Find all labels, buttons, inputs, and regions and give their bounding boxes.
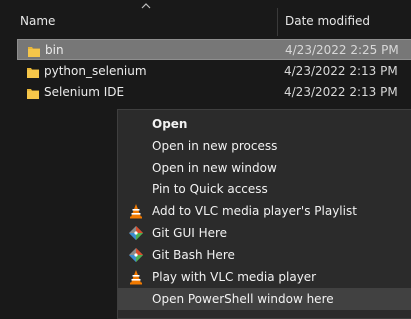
menu-item-label: Add to VLC media player's Playlist xyxy=(152,204,357,218)
menu-item-git-bash-here[interactable]: Git Bash Here xyxy=(118,244,411,266)
menu-item-label: Git GUI Here xyxy=(152,226,228,240)
file-row-selenium-ide[interactable]: Selenium IDE 4/23/2022 2:13 PM xyxy=(17,82,411,103)
vlc-icon xyxy=(130,270,142,285)
folder-icon xyxy=(27,68,39,78)
context-menu: Open Open in new process Open in new win… xyxy=(117,109,411,319)
menu-item-play-with-vlc[interactable]: Play with VLC media player xyxy=(118,266,411,288)
file-row-python-selenium[interactable]: python_selenium 4/23/2022 2:13 PM xyxy=(17,61,411,82)
vlc-icon xyxy=(130,204,142,219)
menu-item-open-powershell-window[interactable]: Open PowerShell window here xyxy=(118,288,411,310)
file-row-bin[interactable]: bin 4/23/2022 2:25 PM xyxy=(17,39,411,60)
menu-item-label: Git Bash Here xyxy=(152,248,235,262)
menu-item-add-to-vlc-playlist[interactable]: Add to VLC media player's Playlist xyxy=(118,200,411,222)
menu-item-label: Play with VLC media player xyxy=(152,270,317,284)
menu-item-pin-to-quick-access[interactable]: Pin to Quick access xyxy=(118,178,411,200)
folder-icon xyxy=(27,89,39,99)
menu-item-label: Open PowerShell window here xyxy=(152,292,334,306)
sort-chevron-up-icon xyxy=(141,3,151,9)
menu-item-open-in-new-process[interactable]: Open in new process xyxy=(118,135,411,157)
folder-icon xyxy=(28,47,40,57)
column-header-name[interactable]: Name xyxy=(20,14,55,28)
menu-item-open[interactable]: Open xyxy=(118,113,411,135)
file-date-modified: 4/23/2022 2:25 PM xyxy=(285,43,399,57)
git-bash-icon xyxy=(129,248,143,262)
column-header-bar: Name Date modified xyxy=(0,0,411,38)
menu-item-git-gui-here[interactable]: Git GUI Here xyxy=(118,222,411,244)
git-gui-icon xyxy=(129,226,143,240)
column-divider[interactable] xyxy=(277,8,278,36)
menu-item-open-in-new-window[interactable]: Open in new window xyxy=(118,157,411,179)
menu-item-label: Open in new process xyxy=(152,139,278,153)
file-name: Selenium IDE xyxy=(44,85,125,99)
menu-item-label: Open in new window xyxy=(152,161,277,175)
column-header-date-modified[interactable]: Date modified xyxy=(285,14,370,28)
menu-item-label: Pin to Quick access xyxy=(152,182,268,196)
file-name: bin xyxy=(45,43,64,57)
file-date-modified: 4/23/2022 2:13 PM xyxy=(284,85,398,99)
file-name: python_selenium xyxy=(44,64,147,78)
file-date-modified: 4/23/2022 2:13 PM xyxy=(284,64,398,78)
menu-item-label: Open xyxy=(152,117,188,131)
